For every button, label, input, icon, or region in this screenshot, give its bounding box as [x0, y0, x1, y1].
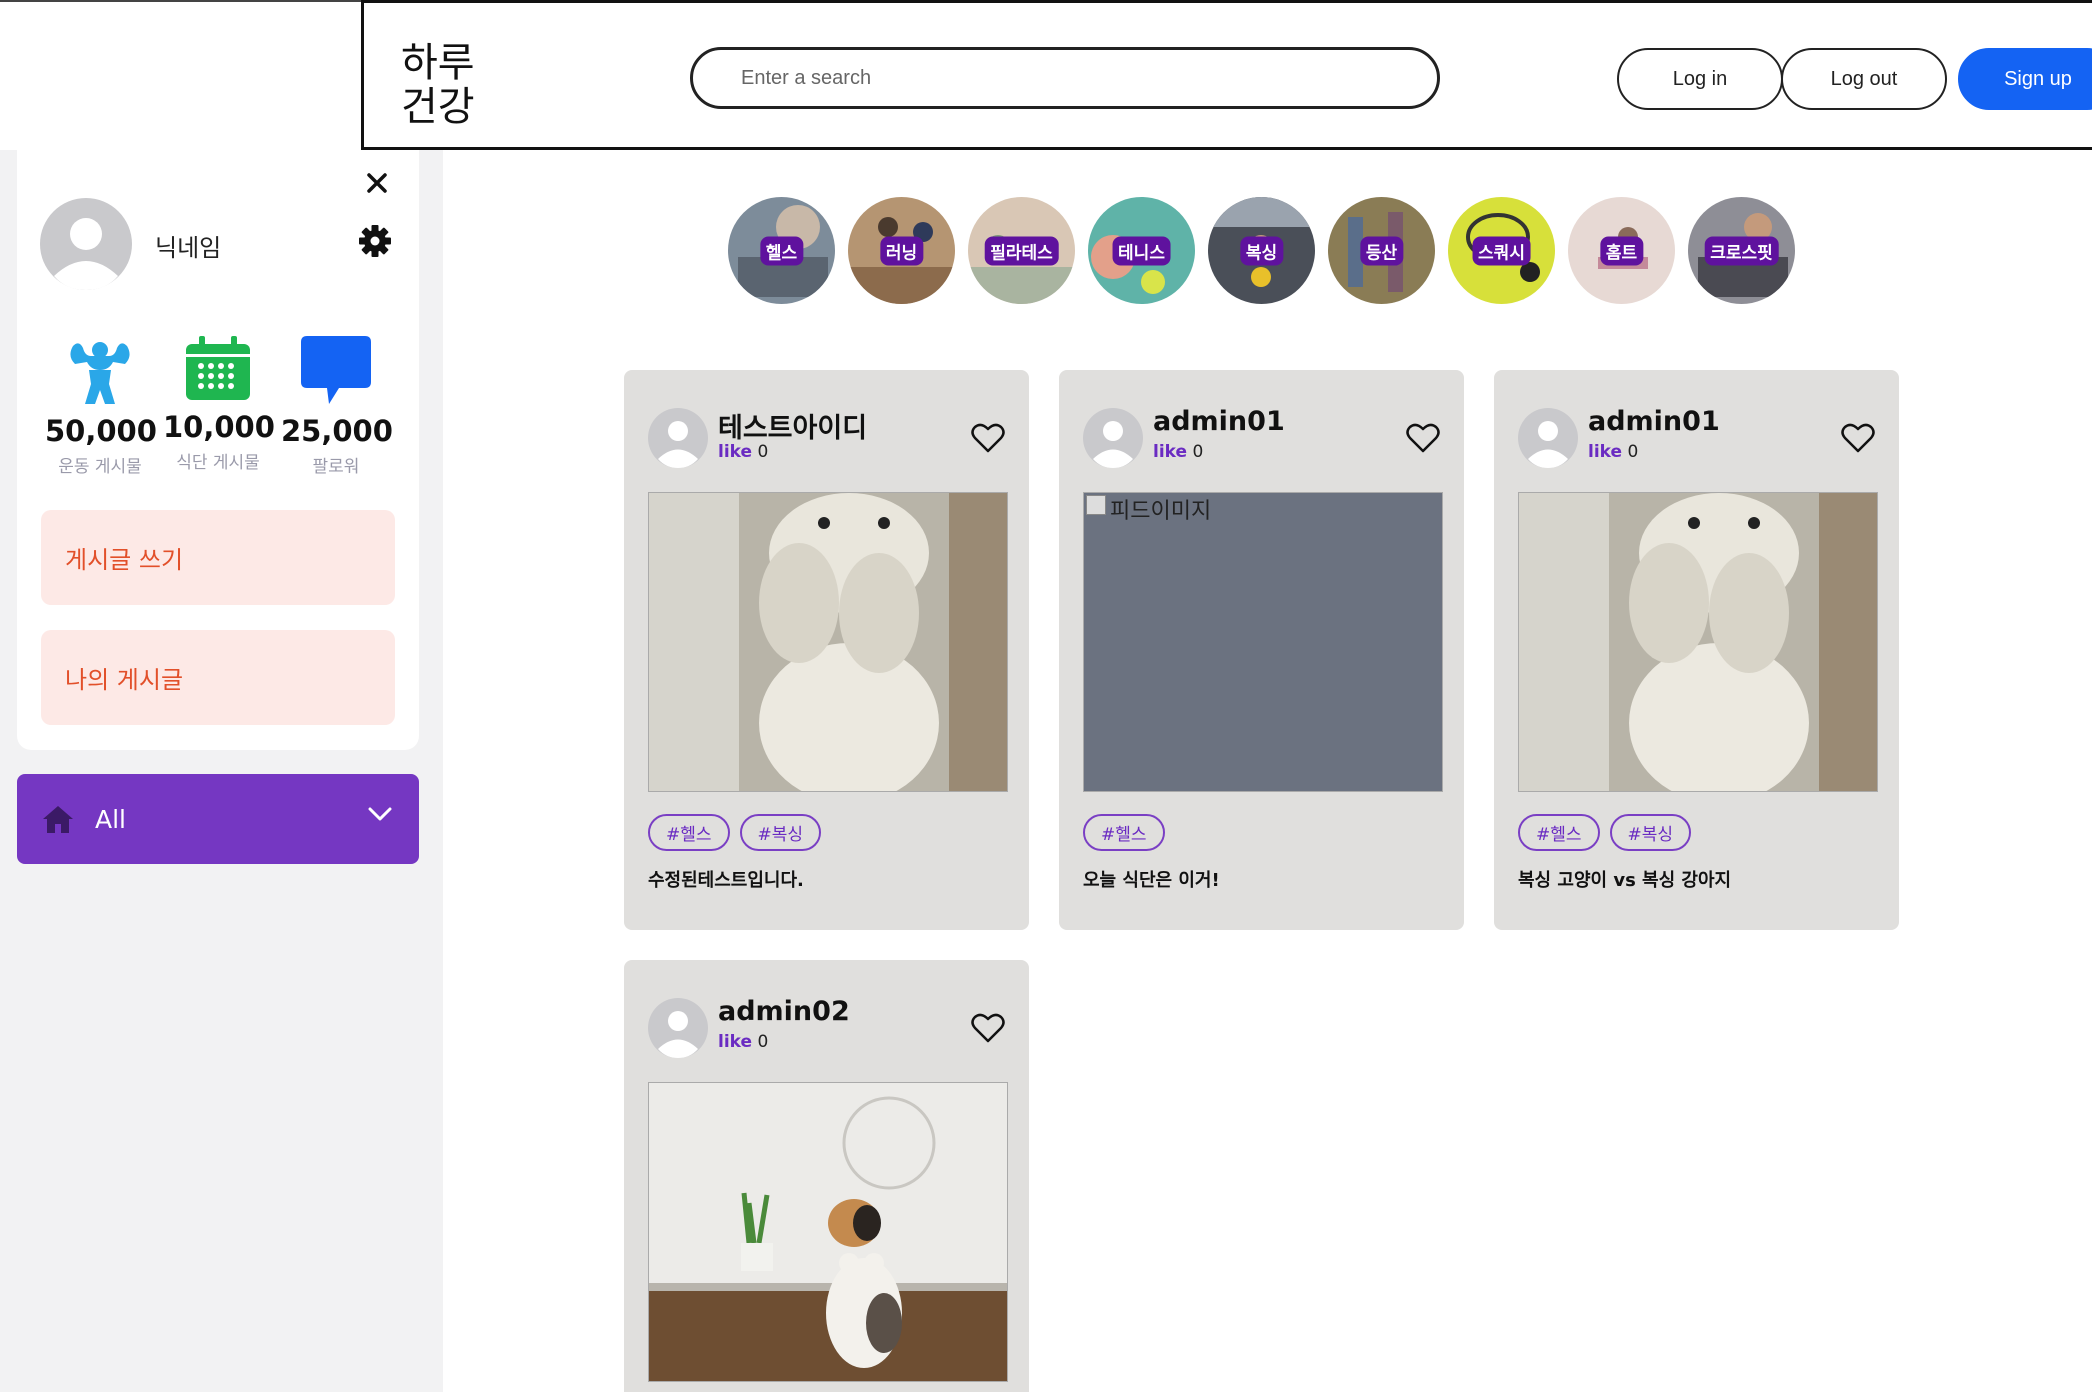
calendar-icon — [186, 336, 250, 400]
top-strip — [0, 0, 361, 2]
category-label: 스쿼시 — [1472, 236, 1531, 265]
avatar — [1518, 408, 1578, 468]
stat-exercise-posts: 50,000 운동 게시물 — [45, 334, 157, 477]
post-image[interactable]: 피드이미지 — [1083, 492, 1443, 792]
like-word: like — [718, 1032, 753, 1052]
post-like-count: like 0 — [718, 442, 768, 462]
tag-chip[interactable]: #복싱 — [1609, 814, 1692, 851]
post-username[interactable]: 테스트아이디 — [718, 406, 867, 445]
post-like-count: like 0 — [1153, 442, 1203, 462]
stat-followers: 25,000 팔로워 — [281, 334, 393, 477]
post-username[interactable]: admin01 — [1153, 406, 1285, 437]
tag-chip[interactable]: #헬스 — [1083, 814, 1165, 851]
chat-bubble-icon — [301, 336, 371, 404]
nickname: 닉네임 — [155, 234, 222, 262]
post-tags: #헬스 — [1083, 814, 1165, 851]
like-number: 0 — [757, 1032, 769, 1052]
avatar — [648, 998, 708, 1058]
tag-chip[interactable]: #헬스 — [648, 814, 730, 851]
header: 하루 건강 Enter a search Log in Log out Sign… — [361, 0, 2092, 150]
heart-icon[interactable] — [1406, 422, 1440, 454]
post-like-count: like 0 — [1588, 442, 1638, 462]
heart-icon[interactable] — [971, 1012, 1005, 1044]
category-label: 홈트 — [1599, 236, 1644, 265]
stat-label: 식단 게시물 — [176, 453, 260, 473]
category-home-training[interactable]: 홈트 — [1568, 197, 1675, 304]
post-card[interactable]: admin01 like 0 #헬스 #복싱 복싱 고양이 vs 복싱 강아지 — [1494, 370, 1899, 930]
category-hiking[interactable]: 등산 — [1328, 197, 1435, 304]
post-text: 오늘 식단은 이거! — [1083, 870, 1220, 891]
post-image[interactable] — [648, 1082, 1008, 1382]
post-card[interactable]: admin01 like 0 피드이미지 #헬스 오늘 식단은 이거! — [1059, 370, 1464, 930]
category-running[interactable]: 러닝 — [848, 197, 955, 304]
logo[interactable]: 하루 건강 — [401, 41, 475, 129]
dog-photo — [649, 493, 1007, 791]
post-card[interactable]: 테스트아이디 like 0 #헬스 #복싱 수정된테스트입니다. — [624, 370, 1029, 930]
dog-photo — [1519, 493, 1877, 791]
logo-line2: 건강 — [401, 84, 475, 130]
category-boxing[interactable]: 복싱 — [1208, 197, 1315, 304]
stat-label: 운동 게시물 — [58, 457, 142, 477]
stat-label: 팔로워 — [312, 457, 360, 477]
avatar — [1083, 408, 1143, 468]
muscle-icon — [70, 342, 130, 404]
heart-icon[interactable] — [1841, 422, 1875, 454]
category-label: 테니스 — [1112, 236, 1171, 265]
cat-photo — [649, 1083, 1007, 1381]
post-card[interactable]: admin02 like 0 — [624, 960, 1029, 1392]
signup-button[interactable]: Sign up — [1958, 48, 2092, 110]
my-posts-button[interactable]: 나의 게시글 — [41, 630, 395, 725]
category-health[interactable]: 헬스 — [728, 197, 835, 304]
heart-icon[interactable] — [971, 422, 1005, 454]
stat-diet-posts: 10,000 식단 게시물 — [163, 334, 275, 473]
search-input[interactable]: Enter a search — [690, 47, 1440, 109]
image-alt-text: 피드이미지 — [1110, 499, 1212, 524]
post-tags: #헬스 #복싱 — [1518, 814, 1692, 851]
post-like-count: like 0 — [718, 1032, 768, 1052]
category-crossfit[interactable]: 크로스핏 — [1688, 197, 1795, 304]
tag-chip[interactable]: #복싱 — [739, 814, 822, 851]
post-image[interactable] — [648, 492, 1008, 792]
chevron-down-icon — [368, 807, 392, 821]
close-icon[interactable] — [359, 165, 395, 201]
like-number: 0 — [1627, 442, 1639, 462]
stat-value: 50,000 — [45, 414, 157, 448]
category-label: 헬스 — [759, 236, 804, 265]
post-username[interactable]: admin01 — [1588, 406, 1720, 437]
stat-value: 25,000 — [281, 414, 393, 448]
post-tags: #헬스 #복싱 — [648, 814, 822, 851]
post-username[interactable]: admin02 — [718, 996, 850, 1027]
category-filter-dropdown[interactable]: All — [17, 774, 419, 864]
dropdown-selected: All — [95, 804, 126, 834]
logout-button[interactable]: Log out — [1781, 48, 1947, 110]
stat-value: 10,000 — [163, 410, 275, 444]
category-label: 필라테스 — [984, 236, 1059, 265]
like-word: like — [1588, 442, 1623, 462]
post-image[interactable] — [1518, 492, 1878, 792]
login-button[interactable]: Log in — [1617, 48, 1783, 110]
category-label: 등산 — [1359, 236, 1404, 265]
category-pilates[interactable]: 필라테스 — [968, 197, 1075, 304]
post-text: 수정된테스트입니다. — [648, 870, 804, 891]
category-tennis[interactable]: 테니스 — [1088, 197, 1195, 304]
write-post-button[interactable]: 게시글 쓰기 — [41, 510, 395, 605]
home-icon — [43, 806, 73, 833]
post-text: 복싱 고양이 vs 복싱 강아지 — [1518, 870, 1732, 891]
logo-line1: 하루 — [401, 40, 475, 86]
like-word: like — [718, 442, 753, 462]
category-list: 헬스 러닝 필라테스 테니스 복싱 등산 스쿼시 홈트 크로스핏 — [728, 197, 1798, 305]
gear-icon[interactable] — [358, 224, 392, 258]
category-squash[interactable]: 스쿼시 — [1448, 197, 1555, 304]
like-number: 0 — [757, 442, 769, 462]
tag-chip[interactable]: #헬스 — [1518, 814, 1600, 851]
like-number: 0 — [1192, 442, 1204, 462]
category-label: 복싱 — [1239, 236, 1284, 265]
like-word: like — [1153, 442, 1188, 462]
avatar — [648, 408, 708, 468]
category-label: 러닝 — [879, 236, 924, 265]
avatar — [40, 198, 132, 290]
category-label: 크로스핏 — [1704, 236, 1779, 265]
